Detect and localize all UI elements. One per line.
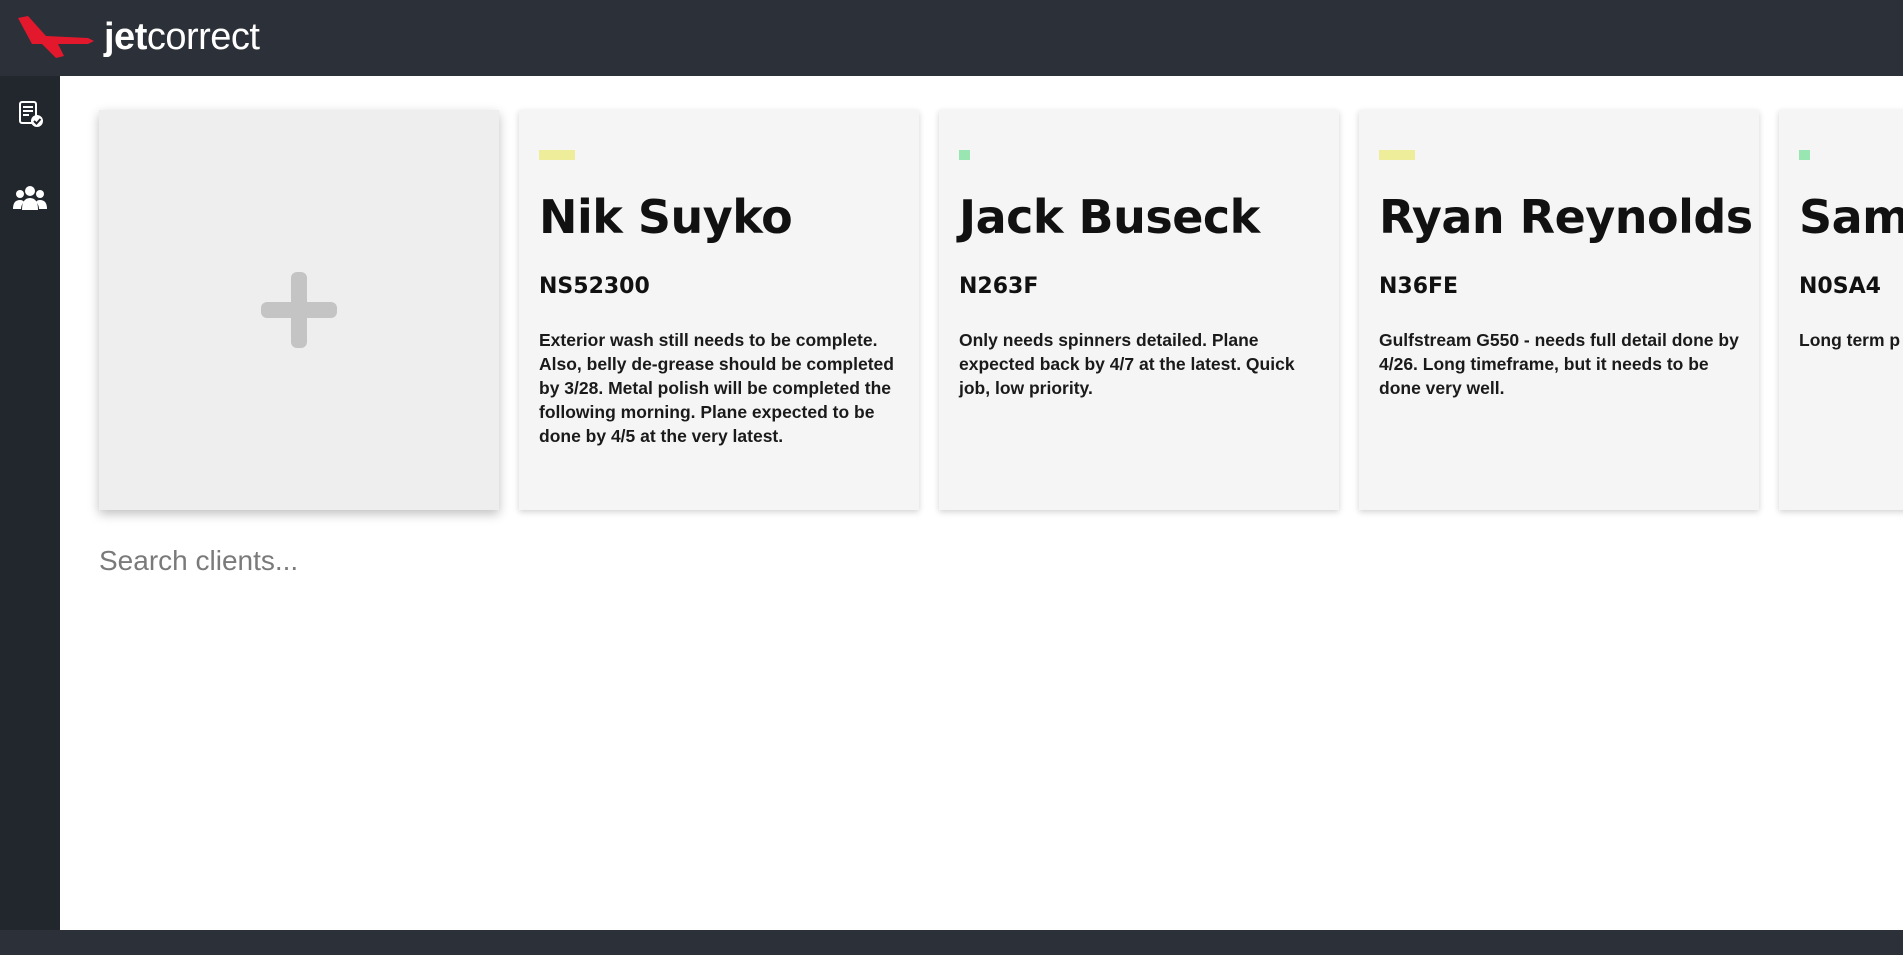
sidebar xyxy=(0,76,60,930)
client-cards: Nik Suyko NS52300 Exterior wash still ne… xyxy=(99,110,1903,510)
tail-number: N36FE xyxy=(1379,274,1459,299)
client-card[interactable]: Nik Suyko NS52300 Exterior wash still ne… xyxy=(519,110,919,510)
tail-number: NS52300 xyxy=(539,274,650,299)
job-notes: Only needs spinners detailed. Plane expe… xyxy=(959,330,1295,398)
client-card[interactable]: Jack Buseck N263F Only needs spinners de… xyxy=(939,110,1339,510)
priority-indicator xyxy=(539,150,575,160)
client-name: Jack Buseck xyxy=(959,190,1260,244)
plane-logo-icon xyxy=(18,16,94,58)
app-logo[interactable]: jetcorrect xyxy=(18,14,260,60)
priority-indicator xyxy=(959,150,970,160)
client-name: Sam xyxy=(1799,190,1903,244)
clients-icon xyxy=(13,186,47,210)
client-card[interactable]: Sam N0SA4 Long term p done until 5 4/1. … xyxy=(1779,110,1903,510)
priority-indicator xyxy=(1379,150,1415,160)
bottom-bar xyxy=(0,930,1903,955)
main-content: Nik Suyko NS52300 Exterior wash still ne… xyxy=(60,76,1903,930)
priority-indicator xyxy=(1799,150,1810,160)
tail-number: N263F xyxy=(959,274,1039,299)
plus-icon xyxy=(259,270,339,350)
add-client-button[interactable] xyxy=(99,110,499,510)
job-notes: Exterior wash still needs to be complete… xyxy=(539,330,894,446)
client-name: Nik Suyko xyxy=(539,190,793,244)
sidebar-item-jobs[interactable] xyxy=(12,96,48,132)
sidebar-item-clients[interactable] xyxy=(12,180,48,216)
top-bar: jetcorrect xyxy=(0,0,1903,76)
job-list-icon xyxy=(19,101,43,127)
logo-wordmark: jetcorrect xyxy=(104,16,260,58)
tail-number: N0SA4 xyxy=(1799,274,1881,299)
job-notes: Long term p done until 5 4/1. Full det xyxy=(1799,330,1903,350)
search-clients-input[interactable] xyxy=(97,540,801,582)
client-name: Ryan Reynolds xyxy=(1379,190,1753,244)
job-notes: Gulfstream G550 - needs full detail done… xyxy=(1379,330,1739,398)
client-card[interactable]: Ryan Reynolds N36FE Gulfstream G550 - ne… xyxy=(1359,110,1759,510)
